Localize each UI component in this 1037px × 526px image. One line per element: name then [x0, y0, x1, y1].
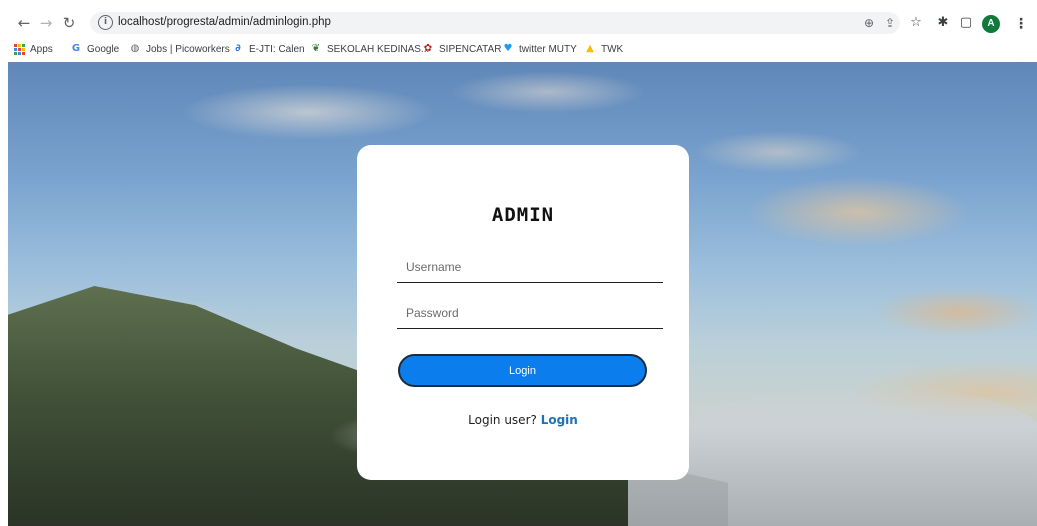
- drive-icon: ▲: [586, 43, 594, 54]
- bookmark-twk[interactable]: ▲ TWK: [584, 41, 623, 57]
- browser-chrome: ← → ↻ i localhost/progresta/admin/adminl…: [0, 0, 1037, 62]
- info-icon[interactable]: i: [98, 15, 113, 30]
- bookmark-label: Jobs | Picoworkers: [146, 43, 230, 55]
- bookmark-label: twitter MUTY: [519, 43, 577, 55]
- bookmark-label: SEKOLAH KEDINAS...: [327, 43, 430, 55]
- emblem-icon: ✿: [423, 43, 433, 54]
- ejti-icon: ∂: [235, 43, 241, 54]
- extensions-puzzle-icon[interactable]: ✱: [934, 14, 952, 32]
- bookmark-twitter-muty[interactable]: ♥ twitter MUTY: [502, 41, 577, 57]
- user-login-text: Login user?: [468, 413, 537, 427]
- bookmark-sekolah-kedinas[interactable]: ❦ SEKOLAH KEDINAS...: [310, 41, 429, 57]
- back-arrow-icon[interactable]: ←: [14, 13, 34, 33]
- twitter-icon: ♥: [503, 43, 513, 54]
- address-bar[interactable]: i localhost/progresta/admin/adminlogin.p…: [90, 12, 900, 34]
- globe-icon: ◍: [130, 43, 140, 54]
- username-input[interactable]: [397, 257, 663, 283]
- login-card: ADMIN Login Login user? Login: [357, 145, 689, 480]
- book-icon: ❦: [311, 43, 321, 54]
- apps-grid-icon: [14, 43, 25, 55]
- google-icon: G: [71, 43, 81, 54]
- user-login-prompt: Login user? Login: [357, 413, 689, 427]
- password-input[interactable]: [397, 303, 663, 329]
- address-bar-url[interactable]: localhost/progresta/admin/adminlogin.php: [118, 16, 331, 28]
- login-button[interactable]: Login: [398, 354, 647, 387]
- bookmark-star-icon[interactable]: ☆: [907, 14, 925, 32]
- bookmarks-bar: Apps G Google ◍ Jobs | Picoworkers ∂ E-J…: [0, 38, 1037, 60]
- bookmark-ejti[interactable]: ∂ E-JTI: Calen: [232, 41, 305, 57]
- user-login-link[interactable]: Login: [541, 413, 578, 427]
- bookmark-picoworkers[interactable]: ◍ Jobs | Picoworkers: [129, 41, 230, 57]
- bookmark-apps[interactable]: Apps: [14, 41, 53, 57]
- reload-icon[interactable]: ↻: [59, 13, 79, 33]
- zoom-icon[interactable]: ⊕: [861, 15, 877, 31]
- cloud-sea: [628, 386, 1037, 526]
- bookmark-google[interactable]: G Google: [70, 41, 119, 57]
- side-panel-icon[interactable]: ▢: [957, 14, 975, 32]
- bookmark-label: TWK: [601, 43, 624, 55]
- share-icon[interactable]: ⇪: [882, 15, 898, 31]
- bookmark-label: Apps: [30, 43, 53, 55]
- profile-avatar[interactable]: A: [982, 15, 1000, 33]
- bookmark-label: Google: [87, 43, 120, 55]
- bookmark-label: E-JTI: Calen: [249, 43, 305, 55]
- bookmark-label: SIPENCATAR: [439, 43, 502, 55]
- menu-dots-icon[interactable]: ⋮: [1014, 14, 1028, 32]
- bookmark-sipencatar[interactable]: ✿ SIPENCATAR: [422, 41, 502, 57]
- forward-arrow-icon[interactable]: →: [36, 13, 56, 33]
- login-title: ADMIN: [491, 204, 555, 226]
- browser-toolbar: ← → ↻ i localhost/progresta/admin/adminl…: [0, 10, 1037, 36]
